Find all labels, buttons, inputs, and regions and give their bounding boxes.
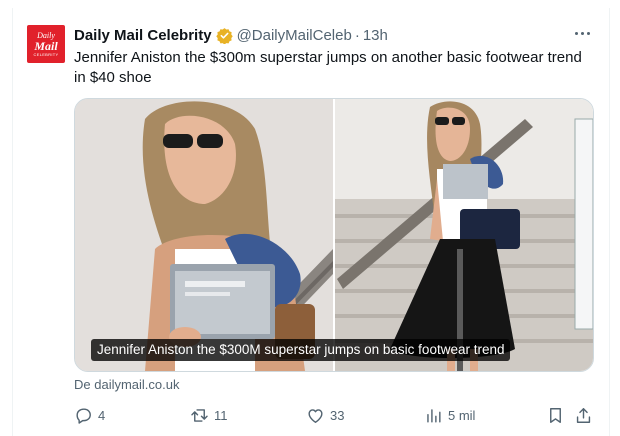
views-icon (427, 408, 441, 423)
account-handle[interactable]: @DailyMailCeleb (237, 27, 352, 44)
account-name[interactable]: Daily Mail Celebrity (74, 27, 212, 44)
like-icon (308, 408, 323, 423)
like-count: 33 (330, 407, 345, 423)
tweet-time[interactable]: 13h (363, 27, 388, 44)
retweet-count: 11 (214, 407, 228, 423)
photo-right (335, 99, 593, 371)
avatar-text-mail: Mail (34, 38, 58, 53)
bookmark-icon (550, 407, 561, 423)
tweet-actions: 4 11 33 5 mil (74, 404, 602, 426)
media-caption: Jennifer Aniston the $300M superstar jum… (91, 339, 511, 361)
avatar-text-celebrity: CELEBRITY (33, 51, 59, 57)
share-icon (576, 407, 591, 423)
reply-count: 4 (98, 407, 106, 423)
tweet-text: Jennifer Aniston the $300m superstar jum… (74, 49, 582, 86)
retweet-button[interactable]: 11 (190, 404, 228, 426)
views-count: 5 mil (448, 407, 476, 423)
verified-badge-icon (215, 27, 233, 44)
more-options-icon[interactable] (571, 22, 593, 44)
retweet-icon (191, 408, 208, 422)
views-button[interactable]: 5 mil (424, 404, 475, 426)
tweet-header: Daily Mail Celebrity @DailyMailCeleb · 1… (74, 24, 388, 46)
media-photos (75, 99, 593, 371)
like-button[interactable]: 33 (306, 404, 344, 426)
tweet-media[interactable]: Jennifer Aniston the $300M superstar jum… (74, 98, 594, 372)
source-link[interactable]: De dailymail.co.uk (74, 377, 180, 392)
share-button[interactable] (574, 404, 593, 426)
bookmark-button[interactable] (546, 404, 565, 426)
reply-icon (76, 407, 91, 424)
separator-dot: · (354, 26, 360, 44)
avatar[interactable]: Daily Mail CELEBRITY (27, 25, 65, 63)
reply-button[interactable]: 4 (74, 404, 105, 426)
photo-left (75, 99, 333, 371)
tweet-card[interactable]: Daily Mail CELEBRITY Daily Mail Celebrit… (12, 8, 610, 436)
